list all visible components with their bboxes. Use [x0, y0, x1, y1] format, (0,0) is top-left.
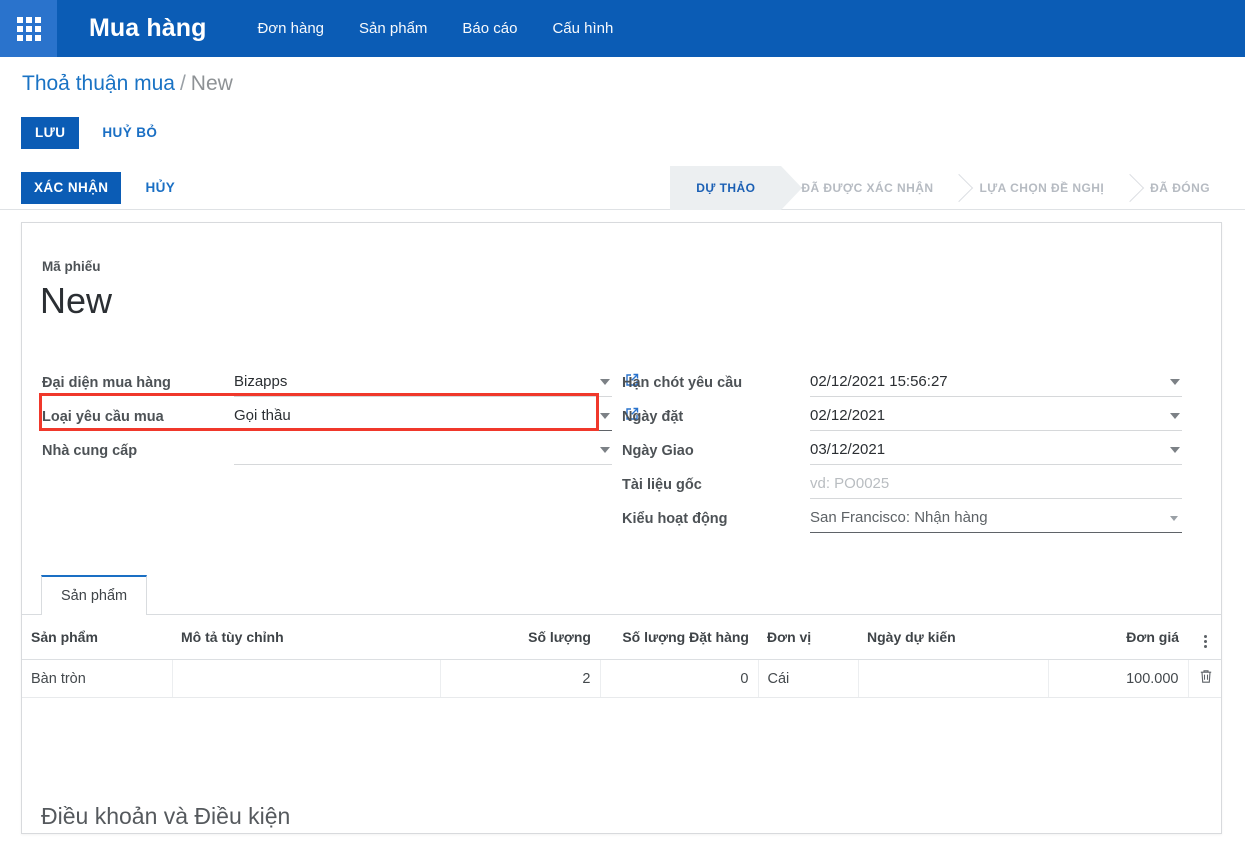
field-label: Loại yêu cầu mua [42, 409, 164, 425]
save-discard-bar: LƯU HUỶ BỎ [21, 117, 157, 149]
save-button[interactable]: LƯU [21, 117, 80, 149]
status-step-label: DỰ THẢO [696, 181, 756, 195]
chevron-down-icon[interactable] [1170, 516, 1178, 521]
field-vendor: Nhà cung cấp [42, 431, 612, 465]
field-request-deadline: Hạn chót yêu cầu 02/12/2021 15:56:27 [622, 363, 1182, 397]
action-status-bar: XÁC NHẬN HỦY DỰ THẢO ĐÃ ĐƯỢC XÁC NHẬN LỰ… [0, 166, 1245, 210]
status-step-confirmed[interactable]: ĐÃ ĐƯỢC XÁC NHẬN [781, 166, 974, 210]
navbar-menu: Đơn hàng Sản phẩm Báo cáo Cấu hình [257, 20, 613, 37]
column-header-product[interactable]: Sản phẩm [22, 615, 172, 660]
field-value: Gọi thầu [234, 407, 291, 424]
field-control[interactable]: vd: PO0025 [810, 475, 1182, 499]
column-header-unit-price[interactable]: Đơn giá [1048, 615, 1188, 660]
field-value: 03/12/2021 [810, 441, 886, 458]
tab-products[interactable]: Sản phẩm [41, 575, 148, 616]
field-purchase-request-type: Loại yêu cầu mua Gọi thầu [39, 393, 639, 431]
chevron-down-icon[interactable] [1170, 447, 1180, 453]
kebab-menu-icon[interactable] [1202, 635, 1209, 648]
field-control[interactable]: San Francisco: Nhận hàng [810, 509, 1182, 533]
nav-item-reports[interactable]: Báo cáo [462, 20, 517, 37]
cell-description[interactable] [172, 659, 441, 698]
app-brand-title: Mua hàng [89, 14, 207, 42]
trash-icon[interactable] [1199, 670, 1213, 688]
chevron-down-icon[interactable] [600, 447, 610, 453]
field-label: Đại diện mua hàng [42, 375, 171, 391]
apps-menu-button[interactable] [0, 0, 57, 57]
column-header-quantity[interactable]: Số lượng [440, 615, 600, 660]
field-label: Tài liệu gốc [622, 477, 702, 493]
cancel-button[interactable]: HỦY [145, 180, 175, 195]
breadcrumb-separator: / [179, 72, 186, 95]
field-control[interactable]: 02/12/2021 [810, 407, 1182, 431]
field-purchase-representative: Đại diện mua hàng Bizapps [42, 363, 639, 397]
table-row[interactable]: Bàn tròn 2 0 Cái 100.000 [22, 659, 1221, 698]
column-header-uom[interactable]: Đơn vị [758, 615, 858, 660]
chevron-down-icon[interactable] [600, 413, 610, 419]
table-header-row: Sản phẩm Mô tả tùy chỉnh Số lượng Số lượ… [22, 615, 1221, 660]
cell-unit-price[interactable]: 100.000 [1048, 659, 1189, 698]
nav-item-products[interactable]: Sản phẩm [359, 20, 427, 37]
field-source-document: Tài liệu gốc vd: PO0025 [622, 465, 1182, 499]
cell-ordered-quantity[interactable]: 0 [600, 659, 759, 698]
field-placeholder: vd: PO0025 [810, 475, 890, 492]
breadcrumb-current: New [190, 72, 233, 95]
status-step-draft[interactable]: DỰ THẢO [670, 166, 803, 210]
cell-product[interactable]: Bàn tròn [22, 659, 173, 698]
purchase-agreement-card: Mã phiếu New Đại diện mua hàng Bizapps L… [21, 222, 1222, 834]
field-operation-type: Kiểu hoạt động San Francisco: Nhận hàng [622, 499, 1182, 533]
field-value: 02/12/2021 [810, 407, 886, 424]
cell-quantity[interactable]: 2 [440, 659, 601, 698]
cell-uom[interactable]: Cái [758, 659, 859, 698]
field-control[interactable]: Bizapps [234, 373, 612, 397]
status-step-bid-selection[interactable]: LỰA CHỌN ĐỀ NGHỊ [959, 166, 1145, 210]
field-control[interactable]: 03/12/2021 [810, 441, 1182, 465]
discard-button[interactable]: HUỶ BỎ [102, 126, 157, 140]
field-control[interactable]: 02/12/2021 15:56:27 [810, 373, 1182, 397]
field-control[interactable] [234, 441, 612, 465]
status-step-label: ĐÃ ĐÓNG [1150, 181, 1210, 195]
field-value: 02/12/2021 15:56:27 [810, 373, 948, 390]
nav-item-orders[interactable]: Đơn hàng [257, 20, 324, 37]
terms-and-conditions-title: Điều khoản và Điều kiện [41, 803, 291, 829]
form-column-left: Đại diện mua hàng Bizapps Loại yêu cầu m… [39, 363, 639, 465]
field-control[interactable]: Gọi thầu [234, 407, 612, 431]
apps-grid-icon [16, 16, 41, 41]
column-options-button[interactable] [1188, 615, 1221, 660]
status-step-closed[interactable]: ĐÃ ĐÓNG [1130, 166, 1236, 210]
chevron-down-icon[interactable] [600, 379, 610, 385]
order-lines-table: Sản phẩm Mô tả tùy chỉnh Số lượng Số lượ… [22, 615, 1221, 698]
chevron-down-icon[interactable] [1170, 379, 1180, 385]
column-header-expected-date[interactable]: Ngày dự kiến [858, 615, 1048, 660]
field-label: Kiểu hoạt động [622, 511, 728, 527]
document-code-value: New [40, 280, 113, 321]
column-header-ordered-quantity[interactable]: Số lượng Đặt hàng [600, 615, 758, 660]
breadcrumb-root[interactable]: Thoả thuận mua [22, 72, 175, 95]
cell-expected-date[interactable] [858, 659, 1049, 698]
confirm-button[interactable]: XÁC NHẬN [21, 171, 122, 204]
document-code-label: Mã phiếu [42, 259, 101, 274]
field-label: Hạn chót yêu cầu [622, 375, 743, 391]
purchase-agreement-page: Mua hàng Đơn hàng Sản phẩm Báo cáo Cấu h… [0, 0, 1245, 845]
status-step-label: ĐÃ ĐƯỢC XÁC NHẬN [801, 181, 934, 195]
breadcrumb: Thoả thuận mua / New [22, 72, 233, 96]
top-navbar: Mua hàng Đơn hàng Sản phẩm Báo cáo Cấu h… [0, 0, 1245, 57]
status-flow: DỰ THẢO ĐÃ ĐƯỢC XÁC NHẬN LỰA CHỌN ĐỀ NGH… [670, 166, 1236, 210]
form-column-right: Hạn chót yêu cầu 02/12/2021 15:56:27 Ngà… [622, 363, 1182, 533]
lines-tabstrip: Sản phẩm [22, 575, 1221, 616]
field-label: Ngày đặt [622, 409, 684, 425]
field-delivery-date: Ngày Giao 03/12/2021 [622, 431, 1182, 465]
field-label: Ngày Giao [622, 443, 694, 459]
chevron-down-icon[interactable] [1170, 413, 1180, 419]
field-value: Bizapps [234, 373, 288, 390]
status-step-label: LỰA CHỌN ĐỀ NGHỊ [979, 181, 1105, 195]
column-header-description[interactable]: Mô tả tùy chỉnh [172, 615, 440, 660]
cell-actions [1188, 659, 1221, 698]
field-value: San Francisco: Nhận hàng [810, 509, 988, 526]
field-label: Nhà cung cấp [42, 443, 138, 459]
field-order-date: Ngày đặt 02/12/2021 [622, 397, 1182, 431]
nav-item-config[interactable]: Cấu hình [552, 20, 613, 37]
